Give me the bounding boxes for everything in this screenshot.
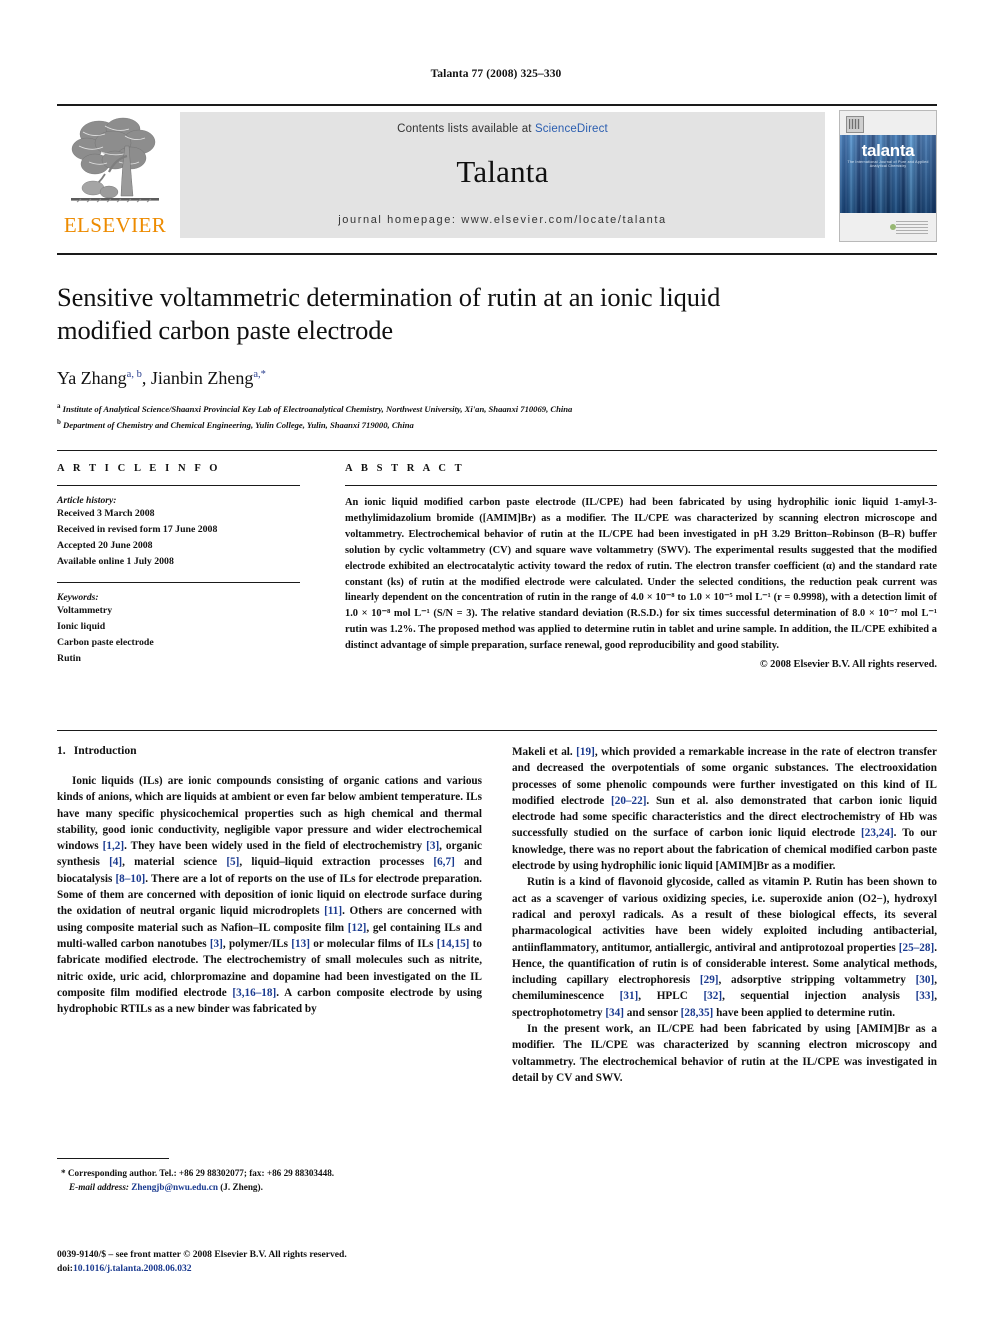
paragraph: Rutin is a kind of flavonoid glycoside, … <box>512 876 938 1019</box>
journal-homepage-link[interactable]: journal homepage: www.elsevier.com/locat… <box>180 214 825 226</box>
affiliation-b: b Department of Chemistry and Chemical E… <box>57 417 937 432</box>
title-block: Sensitive voltammetric determination of … <box>57 253 937 433</box>
citation-link[interactable]: [8–10] <box>115 873 145 885</box>
abstract-text: An ionic liquid modified carbon paste el… <box>345 497 937 652</box>
elsevier-wordmark: ELSEVIER <box>63 213 167 237</box>
citation-link[interactable]: [20–22] <box>611 795 646 807</box>
article-history-item: Accepted 20 June 2008 <box>57 539 153 551</box>
body-column-right: Makeli et al. [19], which provided a rem… <box>512 744 937 1086</box>
affil-a-text: Institute of Analytical Science/Shaanxi … <box>60 404 573 415</box>
keywords-rule <box>57 582 300 584</box>
citation-link[interactable]: [14,15] <box>437 938 470 950</box>
citation-link[interactable]: [31] <box>620 990 639 1002</box>
issn-copyright-line: 0039-9140/$ – see front matter © 2008 El… <box>57 1249 347 1260</box>
citation-link[interactable]: [28,35] <box>681 1007 714 1019</box>
article-history-label: Article history: <box>57 495 117 506</box>
article-info-rule <box>57 485 300 486</box>
running-head: Talanta 77 (2008) 325–330 <box>430 68 562 80</box>
info-abstract-block: A R T I C L E I N F O Article history: R… <box>57 450 937 731</box>
section-number: 1. <box>57 744 66 757</box>
citation-link[interactable]: [12] <box>348 922 367 934</box>
citation-link[interactable]: [25–28] <box>899 942 934 954</box>
footnote-block: * Corresponding author. Tel.: +86 29 883… <box>57 1158 482 1195</box>
affil-b-text: Department of Chemistry and Chemical Eng… <box>60 420 414 431</box>
paragraph: Ionic liquids (ILs) are ionic compounds … <box>57 775 482 1016</box>
email-owner: (J. Zheng). <box>217 1181 263 1192</box>
citation-link[interactable]: [19] <box>576 746 595 758</box>
section-heading-introduction: 1. Introduction <box>57 744 482 757</box>
journal-title: Talanta <box>456 154 549 189</box>
paragraph: In the present work, an IL/CPE had been … <box>512 1023 937 1084</box>
contents-lists-line: Contents lists available at ScienceDirec… <box>180 123 825 135</box>
author-1-affil-marker: a, b <box>126 369 142 381</box>
keyword-item: Rutin <box>57 653 81 665</box>
abstract-heading: A B S T R A C T <box>345 463 465 474</box>
page-title: Sensitive voltammetric determination of … <box>57 282 721 345</box>
elsevier-tree-icon <box>65 112 165 210</box>
journal-masthead: ELSEVIER Contents lists available at Sci… <box>57 104 937 242</box>
elsevier-logo: ELSEVIER <box>57 112 173 238</box>
abstract-column: A B S T R A C T An ionic liquid modified… <box>345 463 937 670</box>
citation-link[interactable]: [6,7] <box>433 856 454 868</box>
keywords-label: Keywords: <box>57 592 99 604</box>
email-link[interactable]: Zhengjb@nwu.edu.cn <box>131 1182 218 1192</box>
author-list: Ya Zhanga, b, Jianbin Zhenga,* <box>57 368 937 389</box>
email-note: E-mail address: Zhengjb@nwu.edu.cn (J. Z… <box>57 1181 482 1195</box>
email-label: E-mail address: <box>69 1181 129 1192</box>
author-2: , Jianbin Zheng <box>141 368 254 389</box>
doi-line: doi:10.1016/j.talanta.2008.06.032 <box>57 1262 557 1276</box>
cover-publisher-mark-icon <box>890 221 928 234</box>
citation-link[interactable]: [33] <box>916 990 935 1002</box>
body-column-left: 1. Introduction Ionic liquids (ILs) are i… <box>57 744 482 1017</box>
citation-link[interactable]: [32] <box>703 990 722 1002</box>
citation-link[interactable]: [34] <box>605 1007 624 1019</box>
citation-link[interactable]: [29] <box>700 974 719 986</box>
article-page: Talanta 77 (2008) 325–330 ELSEVIER Conte… <box>0 0 992 1323</box>
citation-link[interactable]: [11] <box>324 905 342 917</box>
abstract-rule <box>345 485 937 486</box>
affiliation-a: a Institute of Analytical Science/Shaanx… <box>57 401 937 416</box>
citation-link[interactable]: [5] <box>226 856 239 868</box>
article-info-column: A R T I C L E I N F O Article history: R… <box>57 463 300 667</box>
footnote-rule <box>57 1158 169 1159</box>
keyword-item: Carbon paste electrode <box>57 637 154 649</box>
author-1: Ya Zhang <box>57 368 127 389</box>
article-history-item: Received 3 March 2008 <box>57 508 155 519</box>
doi-label: doi: <box>57 1263 73 1275</box>
citation-link[interactable]: [23,24] <box>861 827 894 839</box>
citation-link[interactable]: [30] <box>916 974 935 986</box>
keyword-item: Ionic liquid <box>57 621 106 633</box>
section-title-text: Introduction <box>73 744 137 757</box>
author-2-affil-marker: a,* <box>253 369 266 381</box>
journal-cover-thumbnail: talanta The International Journal of Pur… <box>839 110 937 242</box>
sciencedirect-banner: Contents lists available at ScienceDirec… <box>180 112 825 238</box>
abstract-copyright: © 2008 Elsevier B.V. All rights reserved… <box>759 659 937 671</box>
contents-lists-prefix: Contents lists available at <box>397 123 535 135</box>
cover-journal-title: talanta <box>861 141 915 160</box>
paragraph: Makeli et al. [19], which provided a rem… <box>512 746 937 873</box>
body-block: 1. Introduction Ionic liquids (ILs) are i… <box>57 730 937 1084</box>
citation-link[interactable]: [13] <box>291 938 310 950</box>
citation-link[interactable]: [1,2] <box>103 840 124 852</box>
doi-link[interactable]: 10.1016/j.talanta.2008.06.032 <box>73 1263 192 1274</box>
article-info-heading: A R T I C L E I N F O <box>57 463 221 474</box>
citation-link[interactable]: [4] <box>109 856 122 868</box>
citation-link[interactable]: [3,16–18] <box>232 987 276 999</box>
cover-logo-box-icon <box>846 116 864 133</box>
article-history-item: Received in revised form 17 June 2008 <box>57 523 218 535</box>
article-history-item: Available online 1 July 2008 <box>57 555 174 567</box>
page-footer: 0039-9140/$ – see front matter © 2008 El… <box>57 1248 557 1277</box>
citation-link[interactable]: [3] <box>426 840 439 852</box>
cover-artwork: talanta The International Journal of Pur… <box>840 135 936 213</box>
sciencedirect-link[interactable]: ScienceDirect <box>535 123 608 135</box>
cover-journal-subtitle: The International Journal of Pure and Ap… <box>847 160 929 168</box>
keyword-item: Voltammetry <box>57 605 113 617</box>
citation-link[interactable]: [3] <box>210 938 223 950</box>
corresponding-author-note: * Corresponding author. Tel.: +86 29 883… <box>61 1168 335 1178</box>
